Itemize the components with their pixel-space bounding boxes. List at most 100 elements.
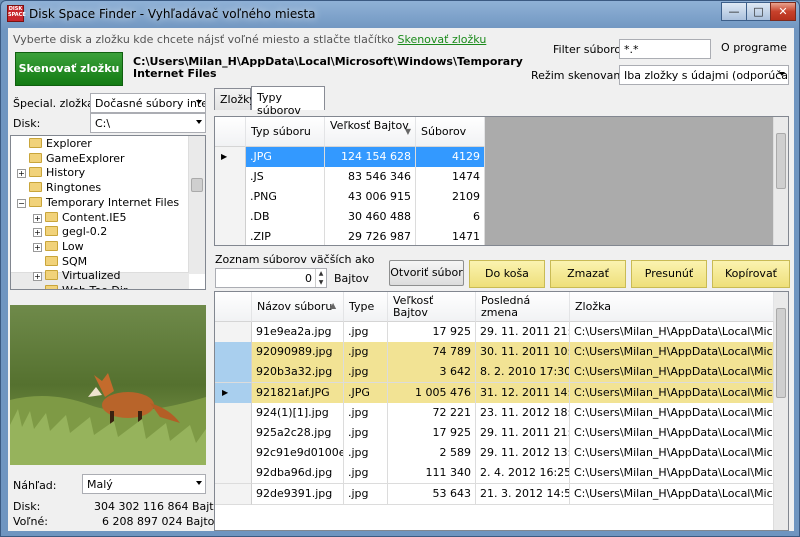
table-cell[interactable]: .ZIP	[246, 227, 325, 245]
tree-item[interactable]: + Virtualized	[33, 268, 121, 283]
table-cell[interactable]: 53 643	[388, 483, 476, 505]
expand-toggle-icon[interactable]: +	[33, 242, 42, 252]
table-cell[interactable]: 74 789	[388, 342, 476, 364]
table-cell[interactable]: .JPG	[246, 147, 325, 168]
types-vertical-scrollbar[interactable]	[773, 117, 788, 245]
copy-button[interactable]: Kopírovať	[712, 260, 790, 288]
scan-link[interactable]: Skenovať zložku	[397, 33, 486, 46]
table-cell[interactable]: .JPG	[344, 382, 388, 404]
row-header[interactable]	[215, 362, 252, 384]
table-cell[interactable]: 92c91e9d0100e...	[252, 443, 344, 465]
filter-input[interactable]: *.*	[619, 39, 711, 59]
table-cell[interactable]: 72 221	[388, 402, 476, 424]
table-cell[interactable]: 92090989.jpg	[252, 342, 344, 364]
expand-toggle-icon[interactable]: −	[17, 198, 26, 208]
column-header[interactable]: Súborov	[416, 117, 485, 147]
table-cell[interactable]: .jpg	[344, 362, 388, 384]
scroll-thumb[interactable]	[776, 133, 786, 189]
table-cell[interactable]: 83 546 346	[325, 167, 416, 188]
folder-tree[interactable]: Explorer GameExplorer + History Ringtones − Te…	[10, 135, 206, 290]
disk-select[interactable]: C:\	[90, 113, 206, 133]
table-cell[interactable]: 30. 11. 2011 10:11	[476, 342, 570, 364]
table-cell[interactable]: 2109	[416, 187, 485, 208]
table-cell[interactable]: 8. 2. 2010 17:30	[476, 362, 570, 384]
min-size-input[interactable]: 0 ▲ ▼	[215, 268, 327, 288]
column-header[interactable]: Type	[344, 292, 388, 322]
table-cell[interactable]: .PNG	[246, 187, 325, 208]
row-header[interactable]: ▶	[215, 147, 246, 168]
tree-item[interactable]: SQM	[33, 254, 87, 269]
files-vertical-scrollbar[interactable]	[773, 292, 788, 530]
table-cell[interactable]: 29. 11. 2012 13:53	[476, 443, 570, 465]
tree-item[interactable]: + Content.IE5	[33, 210, 126, 225]
row-header[interactable]	[215, 483, 252, 505]
table-cell[interactable]: C:\Users\Milan_H\AppData\Local\Microsoft…	[570, 382, 774, 404]
table-cell[interactable]: 2 589	[388, 443, 476, 465]
preview-size-select[interactable]: Malý	[82, 474, 206, 494]
column-header[interactable]: Veľkosť Bajtov	[388, 292, 476, 322]
table-cell[interactable]: .jpg	[344, 402, 388, 424]
table-cell[interactable]: C:\Users\Milan_H\AppData\Local\Microsoft…	[570, 443, 774, 465]
tree-item[interactable]: Explorer	[17, 136, 92, 151]
column-header[interactable]: Zložka	[570, 292, 774, 322]
tree-item[interactable]: + Low	[33, 239, 84, 254]
table-cell[interactable]: 111 340	[388, 463, 476, 485]
row-header[interactable]	[215, 423, 252, 444]
expand-toggle-icon[interactable]: +	[33, 228, 42, 238]
table-cell[interactable]: 124 154 628	[325, 147, 416, 168]
table-cell[interactable]: 29. 11. 2011 21:03	[476, 423, 570, 444]
tree-item[interactable]: + gegl-0.2	[33, 224, 107, 239]
column-header[interactable]: Posledná zmena	[476, 292, 570, 322]
table-cell[interactable]: 2. 4. 2012 16:25	[476, 463, 570, 485]
table-cell[interactable]: .jpg	[344, 463, 388, 485]
table-cell[interactable]: C:\Users\Milan_H\AppData\Local\Microsoft…	[570, 483, 774, 505]
table-cell[interactable]: C:\Users\Milan_H\AppData\Local\Microsoft…	[570, 342, 774, 364]
row-header[interactable]	[215, 463, 252, 485]
table-cell[interactable]: 92de9391.jpg	[252, 483, 344, 505]
table-cell[interactable]: 925a2c28.jpg	[252, 423, 344, 444]
delete-button[interactable]: Zmazať	[550, 260, 626, 288]
table-cell[interactable]: 21. 3. 2012 14:50	[476, 483, 570, 505]
table-cell[interactable]: 29 726 987	[325, 227, 416, 245]
table-cell[interactable]: 3 642	[388, 362, 476, 384]
row-header[interactable]	[215, 443, 252, 465]
table-cell[interactable]: C:\Users\Milan_H\AppData\Local\Microsoft…	[570, 402, 774, 424]
table-cell[interactable]: C:\Users\Milan_H\AppData\Local\Microsoft…	[570, 362, 774, 384]
title-bar[interactable]: DISK SPACE Disk Space Finder - Vyhľadáva…	[1, 1, 799, 27]
row-header[interactable]	[215, 402, 252, 424]
table-cell[interactable]: 17 925	[388, 322, 476, 343]
spinner-arrows-icon[interactable]: ▲ ▼	[315, 269, 326, 287]
table-cell[interactable]: 1474	[416, 167, 485, 188]
table-cell[interactable]: 92dba96d.jpg	[252, 463, 344, 485]
about-button[interactable]: O programe	[718, 36, 790, 60]
tree-item[interactable]: GameExplorer	[17, 151, 125, 166]
tree-item[interactable]: Web Tee Dir	[33, 283, 127, 289]
row-header[interactable]	[215, 227, 246, 245]
table-cell[interactable]: 91e9ea2a.jpg	[252, 322, 344, 343]
scan-folder-button[interactable]: Skenovať zložku	[15, 52, 123, 86]
tree-vertical-scrollbar[interactable]	[188, 136, 205, 274]
row-header[interactable]: ▶	[215, 382, 252, 404]
table-cell[interactable]: .JS	[246, 167, 325, 188]
tree-item[interactable]: − Temporary Internet Files	[17, 195, 179, 210]
column-header[interactable]: Veľkosť Bajtov ▼	[325, 117, 416, 147]
expand-toggle-icon[interactable]: +	[33, 213, 42, 223]
move-button[interactable]: Presunúť	[631, 260, 707, 288]
table-cell[interactable]: 4129	[416, 147, 485, 168]
row-header[interactable]	[215, 342, 252, 364]
row-header[interactable]	[215, 167, 246, 188]
table-cell[interactable]: 43 006 915	[325, 187, 416, 208]
table-cell[interactable]: 17 925	[388, 423, 476, 444]
tree-item[interactable]: + History	[17, 165, 85, 180]
minimize-button[interactable]: —	[721, 2, 747, 21]
row-header[interactable]	[215, 207, 246, 228]
tab-file-types[interactable]: Typy súborov	[251, 86, 325, 117]
table-cell[interactable]: 920b3a32.jpg	[252, 362, 344, 384]
table-cell[interactable]: 921821af.JPG	[252, 382, 344, 404]
expand-toggle-icon[interactable]: +	[17, 169, 26, 179]
table-cell[interactable]: .jpg	[344, 483, 388, 505]
maximize-button[interactable]: □	[746, 2, 771, 21]
table-cell[interactable]: 31. 12. 2011 14:53	[476, 382, 570, 404]
table-cell[interactable]: C:\Users\Milan_H\AppData\Local\Microsoft…	[570, 322, 774, 343]
table-cell[interactable]: 1471	[416, 227, 485, 245]
